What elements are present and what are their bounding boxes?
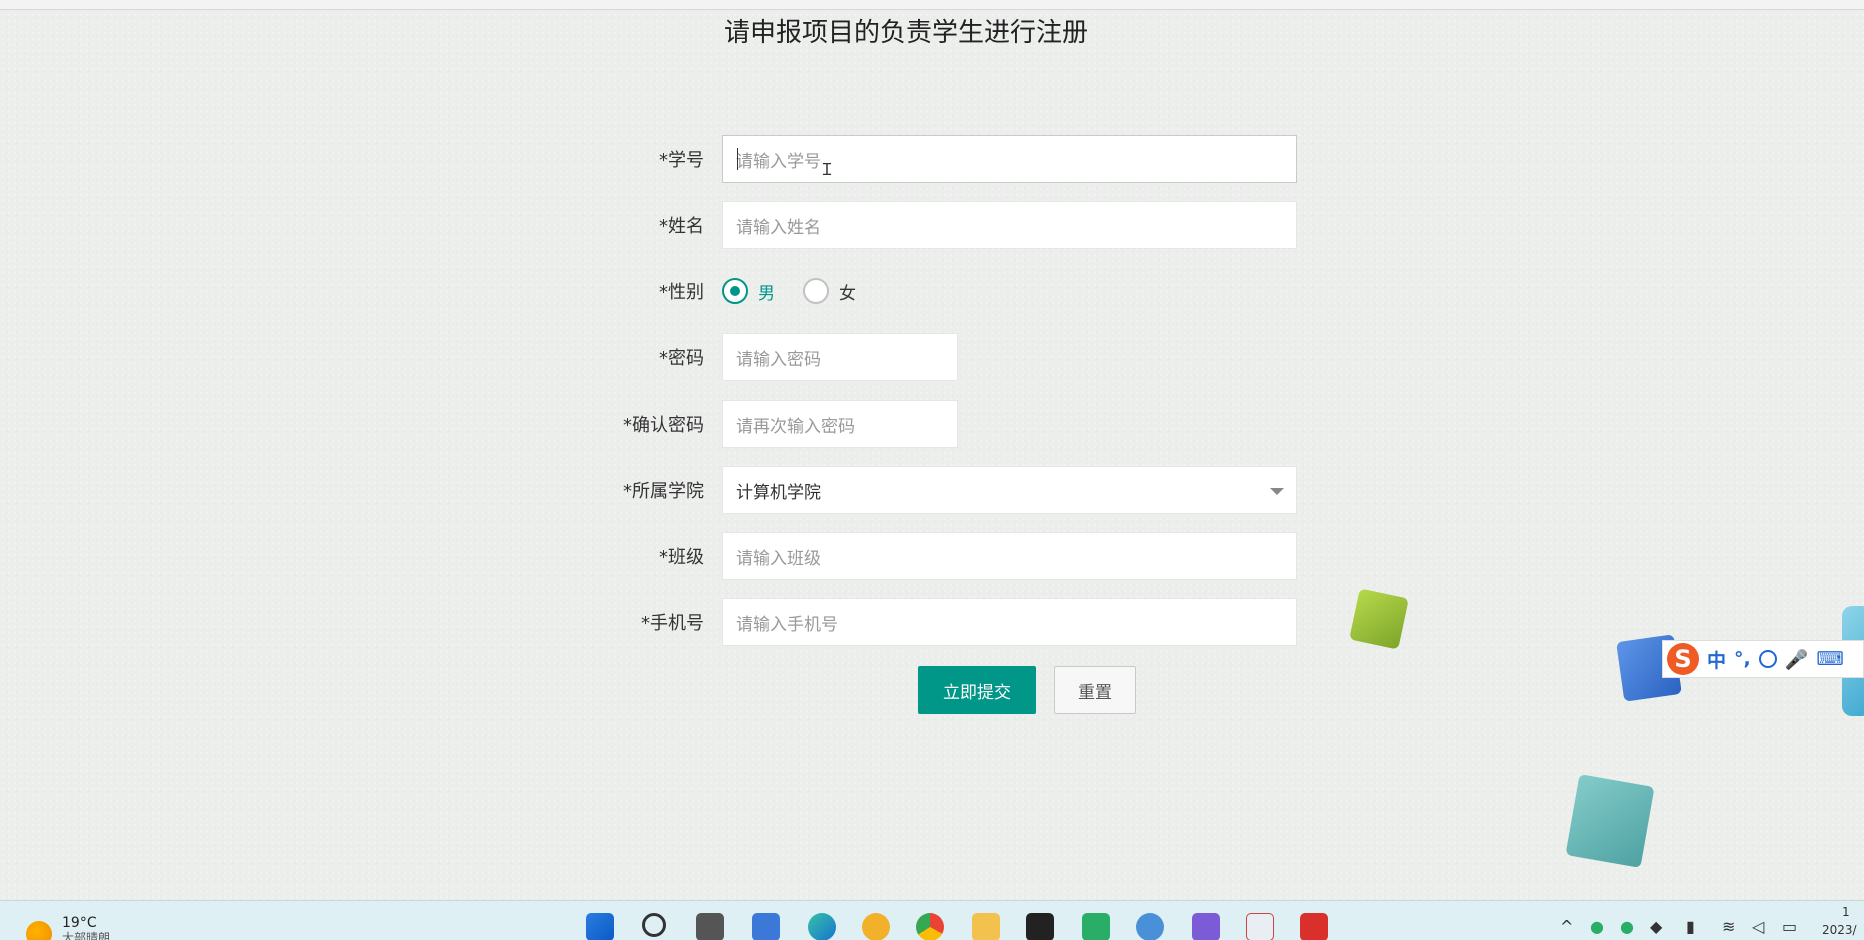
confirm-password-label: *确认密码 [623, 415, 704, 436]
clock-time[interactable]: 1 [1842, 905, 1850, 919]
app-icon[interactable] [752, 913, 780, 940]
microphone-icon[interactable]: 🎤 [1785, 648, 1809, 671]
gender-row: *性别 男 女 [600, 267, 884, 315]
clock-date[interactable]: 2023/ [1822, 923, 1857, 937]
app-icon[interactable] [1136, 913, 1164, 940]
password-placeholder: 请输入密码 [736, 349, 821, 370]
gender-radio-female[interactable]: 女 [803, 278, 856, 304]
volume-icon[interactable]: ◁ [1752, 917, 1764, 936]
college-select[interactable]: 计算机学院 [722, 466, 1297, 514]
password-label: *密码 [659, 348, 704, 369]
battery-icon[interactable]: ▭ [1782, 917, 1797, 936]
gender-female-label: 女 [839, 283, 856, 304]
name-row: *姓名 请输入姓名 [600, 201, 1297, 249]
page-title: 请申报项目的负责学生进行注册 [723, 18, 1088, 48]
ibeam-cursor-icon: Ｉ [819, 160, 836, 179]
weather-sun-icon [26, 921, 52, 940]
chrome-icon[interactable] [916, 913, 944, 940]
file-explorer-icon[interactable] [972, 913, 1000, 940]
browser-top-edge [0, 0, 1864, 10]
windows-taskbar: 19°C 大部晴朗 ^ ● ● ◆ ▮ ≋ ◁ ▭ 1 2023/ [0, 900, 1864, 940]
gender-male-label: 男 [758, 283, 775, 304]
college-label: *所属学院 [623, 481, 704, 502]
confirm-password-placeholder: 请再次输入密码 [736, 416, 855, 437]
radio-checked-icon [722, 278, 748, 304]
wechat-tray-icon[interactable]: ● [1590, 917, 1604, 936]
gender-label: *性别 [659, 282, 704, 303]
radio-unchecked-icon [803, 278, 829, 304]
gender-radio-group: 男 女 [722, 267, 884, 315]
ime-toolbar[interactable]: S 中 °, 🎤 ⌨ [1662, 640, 1864, 678]
class-placeholder: 请输入班级 [736, 548, 821, 569]
sogou-logo-icon: S [1667, 643, 1699, 675]
keyboard-icon[interactable]: ⌨ [1816, 648, 1843, 670]
wechat-tray-icon[interactable]: ● [1620, 917, 1634, 936]
weather-desc: 大部晴朗 [62, 931, 111, 940]
text-caret [737, 148, 738, 170]
weather-temp: 19°C [62, 915, 97, 931]
wifi-icon[interactable]: ≋ [1722, 917, 1735, 936]
name-label: *姓名 [659, 216, 704, 237]
app-icon[interactable] [1246, 913, 1274, 940]
name-input[interactable]: 请输入姓名 [722, 201, 1297, 249]
name-placeholder: 请输入姓名 [736, 217, 821, 238]
college-row: *所属学院 计算机学院 [600, 466, 1297, 514]
wechat-icon[interactable] [1082, 913, 1110, 940]
chevron-up-icon[interactable]: ^ [1560, 917, 1573, 936]
ie-icon[interactable] [862, 913, 890, 940]
app-icon[interactable] [1192, 913, 1220, 940]
weather-widget[interactable]: 19°C 大部晴朗 [26, 915, 110, 940]
ime-punctuation[interactable]: °, [1734, 648, 1751, 670]
windows-start-icon[interactable] [586, 913, 614, 940]
student-id-input[interactable]: 请输入学号 Ｉ [722, 135, 1297, 183]
edge-icon[interactable] [808, 913, 836, 940]
student-id-row: *学号 请输入学号 Ｉ [600, 135, 1297, 183]
form-actions: 立即提交 重置 [918, 666, 1136, 714]
task-view-icon[interactable] [696, 913, 724, 940]
submit-button[interactable]: 立即提交 [918, 666, 1036, 714]
wps-icon[interactable] [1300, 913, 1328, 940]
gender-radio-male[interactable]: 男 [722, 278, 775, 304]
qq-icon[interactable]: ◆ [1650, 917, 1662, 936]
class-row: *班级 请输入班级 [600, 532, 1297, 580]
phone-placeholder: 请输入手机号 [736, 614, 838, 635]
class-label: *班级 [659, 547, 704, 568]
microphone-tray-icon[interactable]: ▮ [1686, 917, 1695, 936]
search-icon[interactable] [642, 913, 666, 937]
confirm-password-row: *确认密码 请再次输入密码 [600, 400, 958, 448]
class-input[interactable]: 请输入班级 [722, 532, 1297, 580]
student-id-label: *学号 [659, 150, 704, 171]
ime-mode[interactable]: 中 [1707, 646, 1726, 673]
reset-button[interactable]: 重置 [1054, 666, 1136, 714]
decorative-cube [1565, 774, 1655, 868]
decorative-cube [1349, 588, 1409, 650]
phone-input[interactable]: 请输入手机号 [722, 598, 1297, 646]
jetbrains-icon[interactable] [1026, 913, 1054, 940]
confirm-password-input[interactable]: 请再次输入密码 [722, 400, 958, 448]
password-row: *密码 请输入密码 [600, 333, 958, 381]
phone-row: *手机号 请输入手机号 [600, 598, 1297, 646]
student-id-placeholder: 请输入学号 [736, 151, 821, 172]
phone-label: *手机号 [641, 613, 704, 634]
password-input[interactable]: 请输入密码 [722, 333, 958, 381]
chevron-down-icon [1270, 488, 1284, 495]
emoji-icon[interactable] [1758, 650, 1777, 668]
college-value: 计算机学院 [736, 482, 821, 503]
